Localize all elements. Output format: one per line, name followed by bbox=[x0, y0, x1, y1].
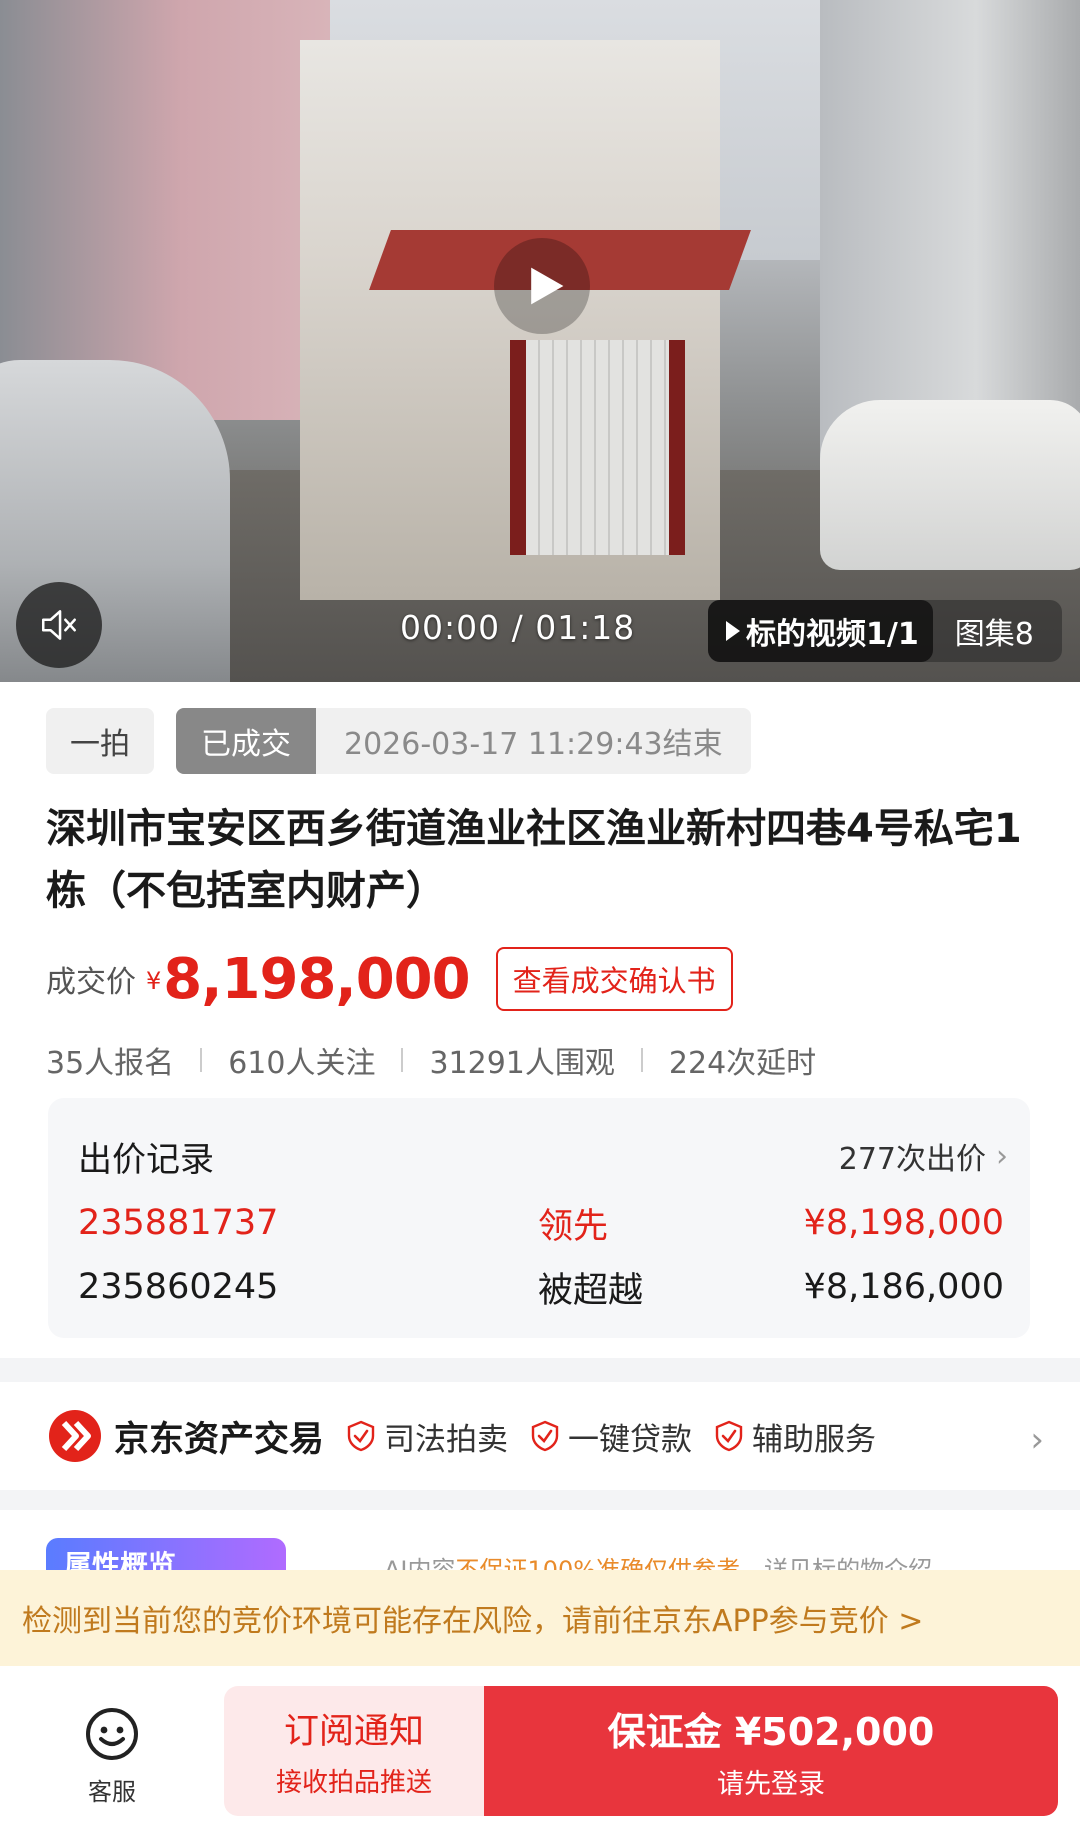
service-brand: 京东资产交易 bbox=[114, 1419, 325, 1460]
item-title: 深圳市宝安区西乡街道渔业社区渔业新村四巷4号私宅1栋（不包括室内财产） bbox=[46, 806, 1022, 914]
bid-status: 被超越 bbox=[538, 1270, 644, 1311]
service-feature: 辅助服务 bbox=[714, 1414, 876, 1459]
service-feature-label: 辅助服务 bbox=[752, 1421, 877, 1458]
section-divider bbox=[0, 1490, 1080, 1510]
deposit-button[interactable]: 保证金 ¥502,000 请先登录 bbox=[484, 1686, 1058, 1816]
customer-service-button[interactable]: 客服 bbox=[60, 1706, 164, 1807]
shield-check-icon bbox=[531, 1420, 559, 1452]
bid-row: 235881737 领先 ¥8,198,000 bbox=[78, 1198, 1004, 1248]
photo-building-left bbox=[0, 0, 330, 420]
bid-amount: ¥8,198,000 bbox=[803, 1203, 1004, 1243]
deposit-title: 保证金 ¥502,000 bbox=[607, 1710, 935, 1754]
media-viewer[interactable]: 00:00 / 01:18 标的视频1/1 图集8 bbox=[0, 0, 1080, 682]
auction-round-tag: 一拍 bbox=[46, 708, 154, 774]
risk-warning-banner[interactable]: 检测到当前您的竞价环境可能存在风险，请前往京东APP参与竞价 > bbox=[0, 1570, 1080, 1666]
customer-service-icon bbox=[86, 1708, 138, 1760]
bid-record-card[interactable]: 出价记录 277次出价 › 235881737 领先 ¥8,198,000 23… bbox=[48, 1098, 1030, 1338]
ai-disclaimer: AI内容不保证100%准确仅供参考，详见标的物介绍 bbox=[384, 1550, 932, 1570]
deal-price: 8,198,000 bbox=[163, 946, 470, 1012]
shield-check-icon bbox=[347, 1420, 375, 1452]
service-feature-label: 司法拍卖 bbox=[384, 1421, 509, 1458]
deposit-subtitle: 请先登录 bbox=[717, 1769, 825, 1800]
jd-asset-logo-icon bbox=[49, 1410, 101, 1462]
stat-divider bbox=[640, 1048, 643, 1072]
ai-overview-badge: 属性概览 bbox=[46, 1538, 286, 1570]
view-confirmation-button[interactable]: 查看成交确认书 bbox=[495, 947, 733, 1011]
subscribe-button[interactable]: 订阅通知 接收拍品推送 bbox=[224, 1686, 484, 1816]
bid-amount: ¥8,186,000 bbox=[803, 1267, 1004, 1307]
bid-row: 235860245 被超越 ¥8,186,000 bbox=[78, 1262, 1004, 1312]
stat-extensions: 224次延时 bbox=[668, 1046, 817, 1081]
stat-registrations: 35人报名 bbox=[46, 1046, 175, 1081]
subscribe-title: 订阅通知 bbox=[283, 1712, 424, 1752]
ai-disclaimer-prefix: AI内容 bbox=[384, 1556, 456, 1570]
deal-status-tag: 已成交 bbox=[176, 708, 316, 774]
bid-record-title: 出价记录 bbox=[78, 1140, 214, 1180]
stat-followers: 610人关注 bbox=[228, 1046, 376, 1081]
service-feature: 一键贷款 bbox=[530, 1414, 692, 1459]
stat-divider bbox=[200, 1048, 203, 1072]
photo-gate bbox=[510, 340, 685, 555]
bottom-action-bar: 客服 订阅通知 接收拍品推送 保证金 ¥502,000 请先登录 bbox=[0, 1666, 1080, 1826]
price-row: 成交价 ¥ 8,198,000 查看成交确认书 bbox=[46, 944, 733, 1014]
bid-count: 277次出价 bbox=[838, 1142, 986, 1177]
video-time: 00:00 / 01:18 bbox=[400, 608, 636, 647]
play-triangle-icon bbox=[726, 621, 740, 641]
subscribe-subtitle: 接收拍品推送 bbox=[275, 1768, 432, 1798]
shield-check-icon bbox=[715, 1420, 743, 1452]
ai-disclaimer-suffix: ，详见标的物介绍 bbox=[740, 1556, 933, 1570]
auction-status-row: 一拍 已成交 2026-03-17 11:29:43结束 bbox=[46, 708, 751, 774]
media-tabs: 标的视频1/1 图集8 bbox=[708, 600, 1062, 662]
service-feature-label: 一键贷款 bbox=[568, 1421, 693, 1458]
photo-car bbox=[820, 400, 1080, 570]
price-currency: ¥ bbox=[146, 967, 162, 995]
ai-disclaimer-highlight: 不保证100%准确仅供参考 bbox=[455, 1556, 741, 1570]
play-button[interactable] bbox=[494, 238, 590, 334]
price-label: 成交价 bbox=[46, 965, 136, 1000]
ai-overview-row[interactable]: 属性概览 AI内容不保证100%准确仅供参考，详见标的物介绍 bbox=[0, 1510, 1080, 1570]
chevron-right-icon: › bbox=[996, 1138, 1008, 1174]
section-divider bbox=[0, 1358, 1080, 1382]
speaker-muted-icon bbox=[41, 610, 77, 640]
chevron-right-icon[interactable]: › bbox=[1030, 1420, 1044, 1460]
tab-gallery[interactable]: 图集8 bbox=[933, 609, 1034, 653]
bidder-id: 235881737 bbox=[78, 1203, 279, 1243]
service-feature: 司法拍卖 bbox=[346, 1414, 508, 1459]
service-bar[interactable]: 京东资产交易 司法拍卖 一键贷款 辅助服务 › bbox=[0, 1382, 1080, 1490]
stat-divider bbox=[401, 1048, 404, 1072]
bid-count-link[interactable]: 277次出价 › bbox=[839, 1134, 1008, 1178]
end-time-tag: 2026-03-17 11:29:43结束 bbox=[316, 708, 751, 774]
bid-status: 领先 bbox=[538, 1206, 609, 1247]
customer-service-label: 客服 bbox=[88, 1778, 136, 1806]
play-icon bbox=[531, 267, 564, 305]
tab-video-label: 标的视频1/1 bbox=[746, 617, 919, 652]
stat-viewers: 31291人围观 bbox=[429, 1046, 615, 1081]
stats-row: 35人报名 610人关注 31291人围观 224次延时 bbox=[46, 1038, 816, 1082]
bidder-id: 235860245 bbox=[78, 1267, 279, 1307]
tab-video[interactable]: 标的视频1/1 bbox=[708, 600, 933, 662]
mute-button[interactable] bbox=[16, 582, 102, 668]
